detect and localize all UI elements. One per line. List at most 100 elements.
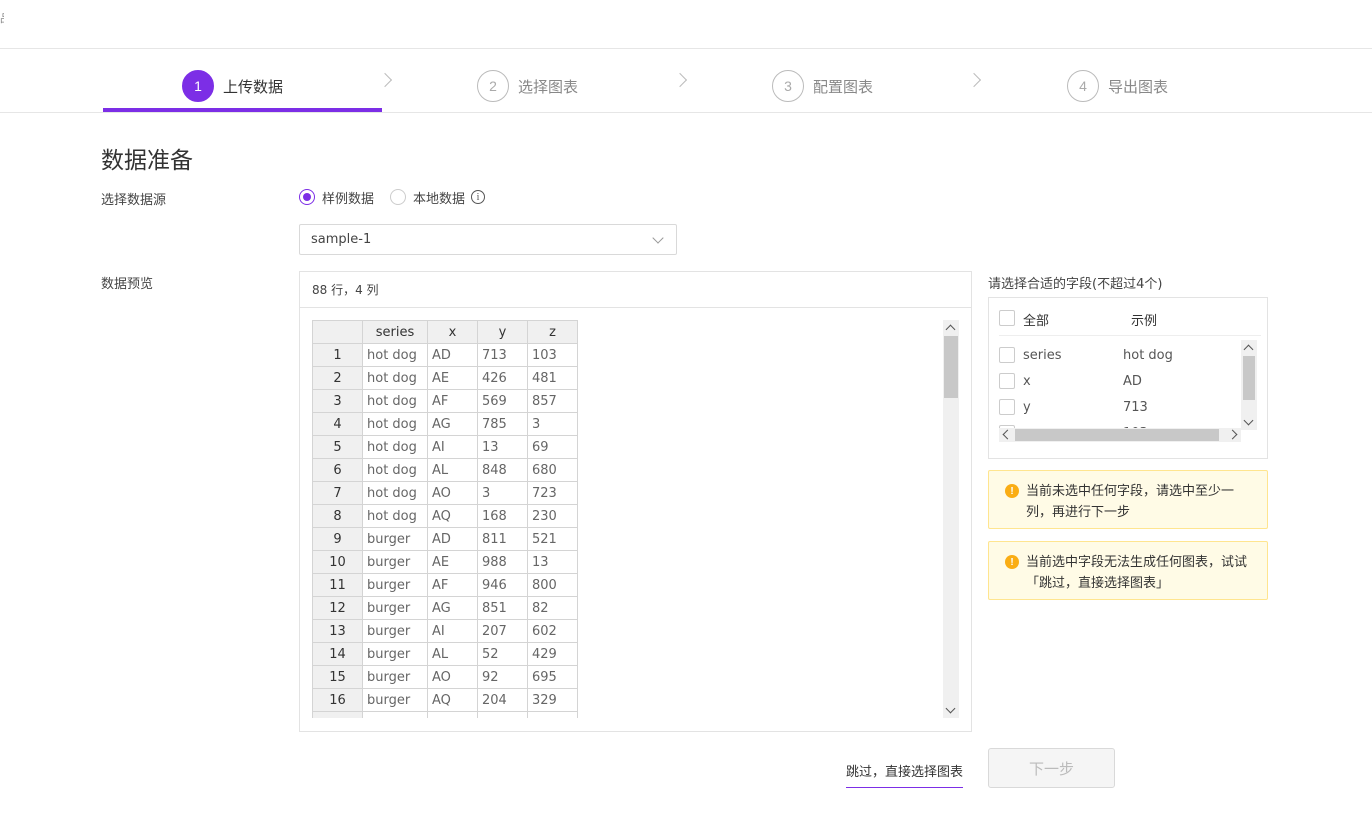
table-cell: 103 (527, 343, 578, 367)
step-navigator: 1 上传数据 2 选择图表 3 配置图表 4 导出图表 (0, 49, 1372, 113)
field-checkbox[interactable] (999, 373, 1015, 389)
row-number-cell: 7 (312, 481, 363, 505)
table-cell: AL (427, 458, 478, 482)
skip-to-chart-link[interactable]: 跳过，直接选择图表 (846, 760, 964, 788)
table-row: 12 burger AG 851 82 (312, 596, 578, 620)
table-cell: hot dog (362, 412, 428, 436)
row-number-cell: 8 (312, 504, 363, 528)
field-row[interactable]: 103 (999, 420, 1231, 428)
table-cell (427, 711, 478, 718)
table-cell: 680 (527, 458, 578, 482)
table-cell: 329 (527, 688, 578, 712)
table-cell: AF (427, 389, 478, 413)
radio-sample-data[interactable] (299, 189, 315, 205)
scrollbar-thumb[interactable] (1015, 429, 1219, 441)
step-select-chart[interactable]: 2 选择图表 (477, 69, 578, 103)
table-cell: burger (362, 642, 428, 666)
row-number-cell: 10 (312, 550, 363, 574)
table-cell: 207 (477, 619, 528, 643)
step-upload-data[interactable]: 1 上传数据 (182, 69, 283, 103)
field-row[interactable]: y 713 (999, 394, 1231, 420)
step-export-chart[interactable]: 4 导出图表 (1067, 69, 1168, 103)
no-chart-available-alert: ! 当前选中字段无法生成任何图表，试试「跳过，直接选择图表」 (988, 541, 1268, 600)
scroll-up-icon[interactable] (945, 324, 956, 335)
table-row: 5 hot dog AI 13 69 (312, 435, 578, 459)
field-row[interactable]: series hot dog (999, 342, 1231, 368)
scroll-left-icon[interactable] (1002, 429, 1013, 440)
table-cell: AQ (427, 504, 478, 528)
table-row: 14 burger AL 52 429 (312, 642, 578, 666)
table-cell: 13 (477, 435, 528, 459)
table-cell: 13 (527, 550, 578, 574)
info-icon[interactable]: i (471, 190, 486, 204)
column-header (312, 320, 363, 344)
scrollbar-thumb[interactable] (944, 336, 958, 398)
table-cell: burger (362, 619, 428, 643)
row-number-cell (312, 711, 363, 718)
table-cell: burger (362, 596, 428, 620)
active-step-indicator (103, 108, 382, 112)
table-cell (362, 711, 428, 718)
table-cell: hot dog (362, 343, 428, 367)
select-all-checkbox[interactable] (999, 310, 1015, 326)
row-number-cell: 9 (312, 527, 363, 551)
field-name: y (1023, 399, 1031, 415)
table-cell: 723 (527, 481, 578, 505)
table-cell: 204 (477, 688, 528, 712)
table-row: 4 hot dog AG 785 3 (312, 412, 578, 436)
alert-text: 当前未选中任何字段，请选中至少一列，再进行下一步 (1026, 484, 1235, 520)
top-bar-edge-text: 品 (0, 10, 4, 26)
table-cell: 811 (477, 527, 528, 551)
radio-local-data-label[interactable]: 本地数据 (413, 188, 465, 207)
dataset-select[interactable]: sample-1 (299, 224, 677, 255)
table-cell: 857 (527, 389, 578, 413)
step-configure-chart[interactable]: 3 配置图表 (772, 69, 873, 103)
data-grid-viewport: series x y z 1 hot dog AD 713 103 2 hot dog AE 426 4… (312, 320, 578, 718)
table-cell: AF (427, 573, 478, 597)
table-row: 11 burger AF 946 800 (312, 573, 578, 597)
scroll-down-icon[interactable] (1243, 415, 1254, 426)
scroll-down-icon[interactable] (945, 703, 956, 714)
scrollbar-thumb[interactable] (1243, 356, 1255, 400)
table-row: 3 hot dog AF 569 857 (312, 389, 578, 413)
select-all-label: 全部 (1023, 314, 1050, 329)
example-column-header: 示例 (1131, 314, 1158, 329)
table-row: 13 burger AI 207 602 (312, 619, 578, 643)
chevron-right-icon (966, 72, 982, 88)
radio-local-data[interactable] (390, 189, 407, 205)
scroll-up-icon[interactable] (1243, 344, 1254, 355)
table-row: 15 burger AO 92 695 (312, 665, 578, 689)
radio-sample-data-label[interactable]: 样例数据 (322, 188, 374, 207)
row-number-cell: 16 (312, 688, 363, 712)
row-number-cell: 12 (312, 596, 363, 620)
field-row[interactable]: x AD (999, 368, 1231, 394)
row-number-cell: 15 (312, 665, 363, 689)
field-checkbox[interactable] (999, 399, 1015, 415)
row-number-cell: 3 (312, 389, 363, 413)
field-example: AD (1123, 373, 1142, 389)
data-preview-panel: 88 行，4 列 series x y z 1 hot dog AD 713 103 2 hot … (299, 271, 972, 732)
next-step-button[interactable]: 下一步 (988, 748, 1115, 788)
table-cell: AI (427, 435, 478, 459)
scroll-right-icon[interactable] (1227, 429, 1238, 440)
table-cell: 92 (477, 665, 528, 689)
table-vertical-scrollbar[interactable] (943, 320, 959, 718)
table-cell: AI (427, 619, 478, 643)
field-checkbox[interactable] (999, 347, 1015, 363)
table-row (312, 711, 578, 718)
table-cell: 3 (527, 412, 578, 436)
field-vertical-scrollbar[interactable] (1241, 340, 1257, 430)
table-cell: AQ (427, 688, 478, 712)
table-cell: hot dog (362, 458, 428, 482)
alert-text: 当前选中字段无法生成任何图表，试试「跳过，直接选择图表」 (1026, 555, 1248, 591)
row-number-cell: 4 (312, 412, 363, 436)
step-number: 1 (182, 70, 214, 102)
chevron-right-icon (672, 72, 688, 88)
field-example: hot dog (1123, 347, 1173, 363)
table-row: 6 hot dog AL 848 680 (312, 458, 578, 482)
table-cell: 52 (477, 642, 528, 666)
column-header: series (362, 320, 428, 344)
table-cell: 3 (477, 481, 528, 505)
field-horizontal-scrollbar[interactable] (999, 428, 1241, 442)
table-cell: AD (427, 527, 478, 551)
